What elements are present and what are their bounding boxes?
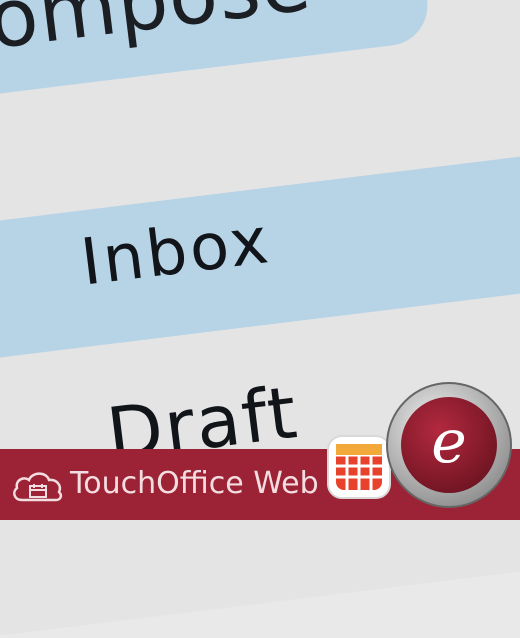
logo-letter: e [431, 407, 467, 477]
grid-icon [327, 435, 391, 499]
mail-app-screen: Compose Inbox Draft [0, 0, 520, 638]
cloud-icon [13, 472, 63, 502]
e-logo-icon: e [386, 382, 512, 508]
brand-name: TouchOffice Web [70, 466, 319, 501]
